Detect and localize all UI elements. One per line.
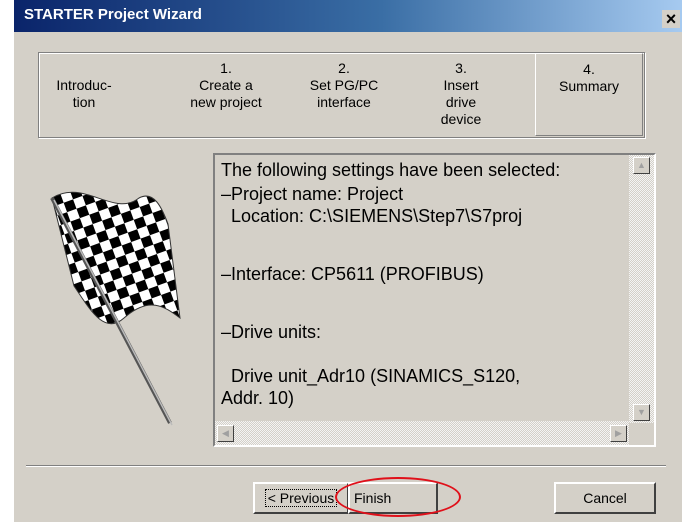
scroll-up-icon[interactable]: ▲ — [633, 157, 650, 174]
checkered-flag-icon — [44, 178, 194, 438]
step-label: 1. Create a new project — [190, 60, 262, 110]
step-insert-drive: 3. Insert drive device — [411, 53, 511, 137]
close-icon[interactable]: × — [662, 10, 680, 28]
separator — [26, 465, 666, 467]
window-title: STARTER Project Wizard — [24, 6, 202, 23]
step-label: 4. Summary — [559, 61, 619, 94]
title-bar[interactable]: STARTER Project Wizard × — [14, 0, 682, 32]
step-label: 2. Set PG/PC interface — [309, 60, 379, 110]
scroll-left-icon[interactable]: ◀ — [217, 425, 234, 442]
summary-panel[interactable]: The following settings have been selecte… — [213, 153, 656, 447]
scroll-down-icon[interactable]: ▼ — [633, 404, 650, 421]
step-label: 3. Insert drive device — [440, 60, 482, 127]
location-line: Location: C:\SIEMENS\Step7\S7proj — [221, 206, 523, 226]
scroll-right-icon[interactable]: ▶ — [610, 425, 627, 442]
drive-unit-address: Addr. 10) — [221, 388, 295, 408]
step-introduction: Introduc- tion — [39, 53, 129, 137]
background-edge — [0, 0, 14, 522]
horizontal-scrollbar[interactable]: ◀ ▶ — [215, 421, 629, 445]
step-summary: 4. Summary — [535, 53, 643, 136]
step-set-interface: 2. Set PG/PC interface — [289, 53, 399, 137]
wizard-window: STARTER Project Wizard × Introduc- tion … — [0, 0, 682, 522]
step-label: Introduc- tion — [56, 77, 112, 110]
previous-button-label: < Previous — [264, 489, 338, 507]
drive-unit-line: Drive unit_Adr10 (SINAMICS_S120, — [221, 366, 521, 386]
drive-units-line: –Drive units: — [221, 322, 322, 342]
cancel-button[interactable]: Cancel — [554, 482, 656, 514]
vertical-scrollbar[interactable]: ▲ ▼ — [629, 155, 654, 423]
wizard-steps: Introduc- tion 1. Create a new project 2… — [38, 52, 645, 138]
project-name-line: –Project name: Project — [221, 184, 404, 204]
step-create-project: 1. Create a new project — [171, 53, 281, 137]
summary-text: The following settings have been selecte… — [221, 159, 623, 423]
highlight-circle — [335, 477, 461, 517]
summary-heading: The following settings have been selecte… — [221, 160, 561, 180]
interface-line: –Interface: CP5611 (PROFIBUS) — [221, 264, 484, 284]
